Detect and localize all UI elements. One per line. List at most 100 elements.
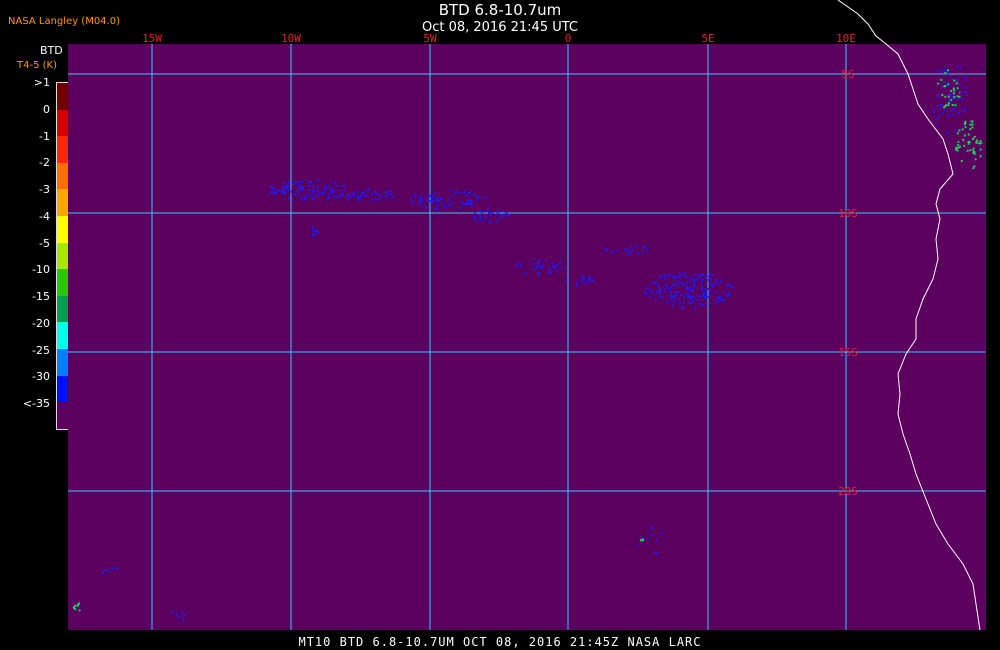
cloud-pixel xyxy=(297,194,300,197)
cloud-pixel xyxy=(641,246,644,248)
cloud-pixel xyxy=(708,294,711,297)
cloud-pixel xyxy=(969,123,972,126)
cloud-pixel xyxy=(961,98,964,101)
cloud-pixel xyxy=(951,104,954,106)
cloud-pixel xyxy=(703,303,706,306)
cloud-pixel xyxy=(973,165,976,168)
cloud-pixel xyxy=(489,220,492,223)
cloud-pixel xyxy=(963,134,966,137)
cloud-pixel xyxy=(972,147,975,150)
cloud-pixel xyxy=(532,262,535,265)
cloud-pixel xyxy=(175,613,178,616)
cloud-pixel xyxy=(722,299,725,302)
cloud-pixel xyxy=(425,199,428,202)
cloud-pixel xyxy=(435,196,438,199)
cloud-pixel xyxy=(316,194,319,197)
cloud-pixel xyxy=(420,200,423,203)
cloud-pixel xyxy=(317,230,320,233)
cloud-pixel xyxy=(520,264,522,267)
cloud-pixel xyxy=(313,189,315,192)
cloud-pixel xyxy=(324,187,327,190)
cloud-pixel xyxy=(951,109,954,111)
cloud-pixel xyxy=(346,197,349,200)
cloud-pixel xyxy=(686,281,689,284)
cloud-pixel xyxy=(728,292,731,295)
cloud-pixel xyxy=(943,109,946,112)
cloud-pixel xyxy=(329,191,332,194)
cloud-pixel xyxy=(282,189,285,192)
cloud-pixel xyxy=(496,210,499,213)
cloud-pixel xyxy=(696,298,699,301)
cloud-pixel xyxy=(420,194,423,197)
cloud-pixel xyxy=(554,265,557,268)
cloud-pixel xyxy=(655,539,658,542)
cloud-pixel xyxy=(327,193,330,196)
longitude-label: 5W xyxy=(423,32,437,45)
cloud-pixel xyxy=(944,82,947,85)
longitude-label: 10W xyxy=(281,32,301,45)
legend-label: -25 xyxy=(32,343,50,357)
cloud-pixel xyxy=(171,611,174,614)
cloud-pixel xyxy=(690,297,693,300)
legend-label: -3 xyxy=(39,183,50,197)
cloud-pixel xyxy=(682,283,685,286)
cloud-pixel xyxy=(950,89,953,92)
cloud-pixel xyxy=(501,215,504,217)
cloud-pixel xyxy=(650,526,653,529)
cloud-pixel xyxy=(533,267,536,270)
cloud-pixel xyxy=(443,206,445,209)
cloud-pixel xyxy=(647,249,649,252)
cloud-pixel xyxy=(698,274,701,277)
cloud-pixel xyxy=(683,301,685,304)
cloud-pixel xyxy=(420,205,423,208)
cloud-pixel xyxy=(537,262,540,265)
cloud-pixel xyxy=(951,77,954,80)
cloud-pixel xyxy=(470,203,472,206)
cloud-pixel xyxy=(970,120,973,123)
satellite-map[interactable]: 15W 10W 5W 0 5E 10E 5S 10S 15S 20S xyxy=(68,0,986,631)
cloud-pixel xyxy=(939,104,942,106)
cloud-pixel xyxy=(941,86,944,89)
cloud-pixel xyxy=(671,275,674,278)
cloud-pixel xyxy=(661,296,664,299)
cloud-pixel xyxy=(715,301,718,304)
cloud-pixel xyxy=(611,251,614,254)
cloud-pixel xyxy=(356,195,359,198)
map-title: BTD 6.8-10.7um xyxy=(438,1,562,19)
cloud-pixel xyxy=(944,71,947,74)
cloud-pixel xyxy=(298,184,300,187)
latitude-label: 10S xyxy=(838,207,858,220)
cloud-pixel xyxy=(688,295,690,298)
cloud-pixel xyxy=(549,270,552,273)
longitude-label: 5E xyxy=(701,32,714,45)
cloud-pixel xyxy=(637,543,640,546)
cloud-pixel xyxy=(449,199,452,202)
cloud-pixel xyxy=(641,539,644,542)
cloud-pixel xyxy=(333,195,336,198)
cloud-pixel xyxy=(700,274,703,277)
cloud-pixel xyxy=(669,294,672,297)
cloud-pixel xyxy=(107,569,109,572)
cloud-pixel xyxy=(313,230,316,233)
cloud-pixel xyxy=(441,202,444,205)
cloud-pixel xyxy=(645,287,648,290)
cloud-pixel xyxy=(310,198,313,201)
cloud-pixel xyxy=(689,302,692,305)
longitude-label: 0 xyxy=(565,32,572,45)
cloud-pixel xyxy=(576,284,579,287)
cloud-pixel xyxy=(653,281,656,284)
cloud-pixel xyxy=(969,149,972,152)
cloud-pixel xyxy=(329,187,332,190)
cloud-pixel xyxy=(973,135,976,138)
cloud-pixel xyxy=(616,249,619,252)
cloud-pixel xyxy=(388,192,391,195)
cloud-pixel xyxy=(947,104,950,107)
cloud-pixel xyxy=(478,213,481,216)
cloud-pixel xyxy=(312,198,315,200)
cloud-pixel xyxy=(702,294,705,297)
cloud-pixel xyxy=(478,197,481,200)
cloud-pixel xyxy=(966,149,969,152)
cloud-pixel xyxy=(299,186,302,189)
legend-label: -15 xyxy=(32,290,50,304)
cloud-pixel xyxy=(317,190,320,193)
